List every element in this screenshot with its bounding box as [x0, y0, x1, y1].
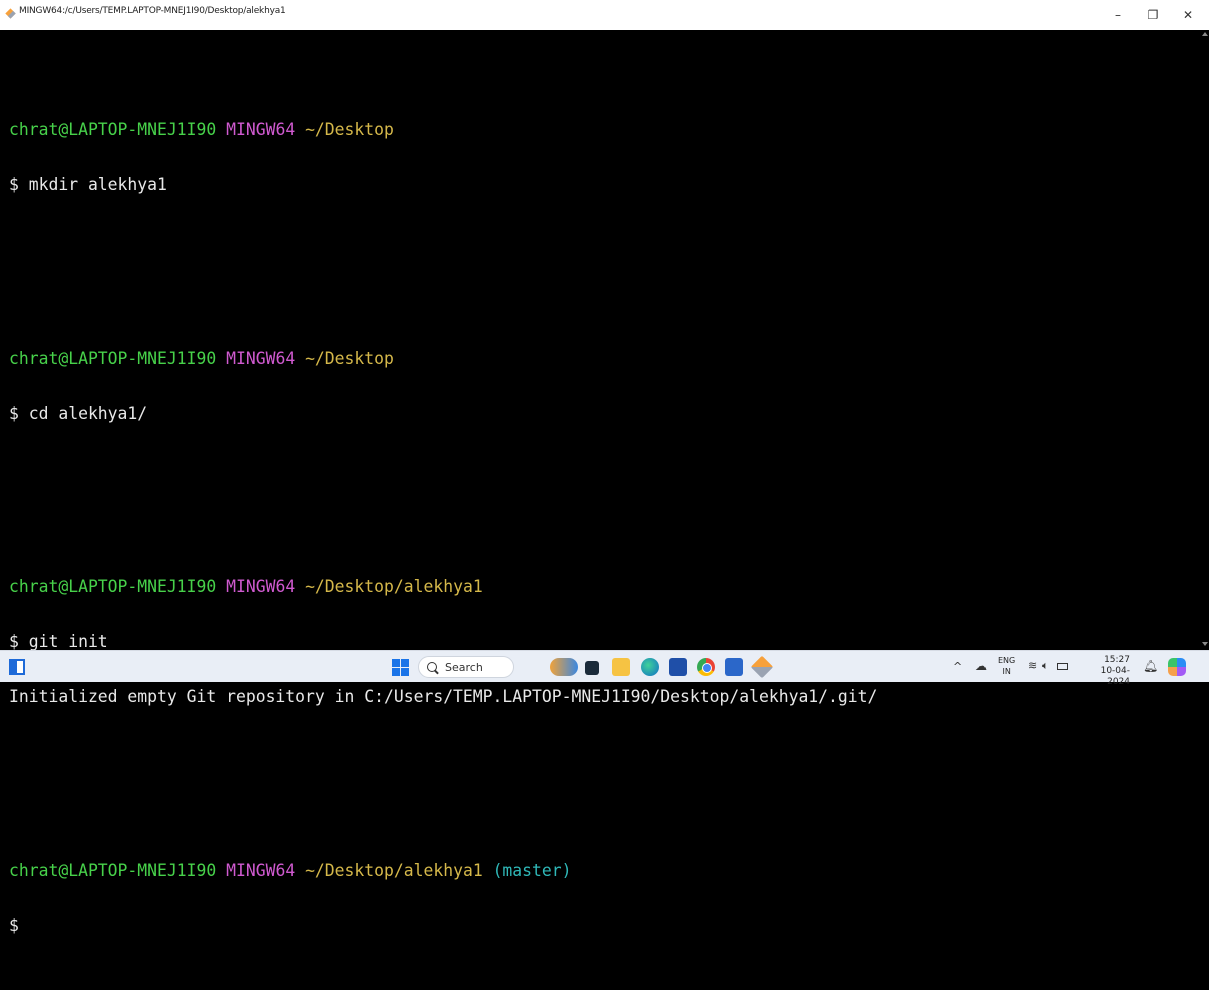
people-icon[interactable] — [550, 658, 578, 676]
wifi-icon[interactable]: ≋ — [1028, 659, 1037, 672]
clock[interactable]: 15:27 10-04-2024 — [1082, 655, 1130, 688]
prompt-user-host: chrat@LAPTOP-MNEJ1I90 — [9, 348, 217, 368]
volume-icon[interactable]: 🔈︎ — [1042, 659, 1049, 673]
prompt-shell: MINGW64 — [226, 577, 296, 597]
terminal-scrollbar[interactable] — [1200, 30, 1209, 650]
copilot-icon[interactable] — [1168, 658, 1186, 676]
prompt-shell: MINGW64 — [226, 348, 296, 368]
store-icon[interactable] — [669, 658, 687, 676]
command-line: $ mkdir alekhya1 — [9, 175, 167, 195]
prompt-branch: (master) — [492, 860, 572, 880]
search-icon — [427, 662, 437, 672]
battery-icon[interactable] — [1057, 663, 1068, 670]
git-icon[interactable] — [750, 655, 774, 679]
terminal-block: chrat@LAPTOP-MNEJ1I90 MINGW64 ~/Desktop … — [9, 313, 1200, 505]
chrome-center-dot — [702, 663, 712, 673]
minimize-icon: – — [1115, 8, 1121, 22]
window-title: MINGW64:/c/Users/TEMP.LAPTOP-MNEJ1I90/De… — [19, 6, 286, 16]
command-line: $ cd alekhya1/ — [9, 403, 148, 423]
notification-bell-icon[interactable]: 🔔︎ — [1143, 659, 1158, 673]
window-title-bar[interactable]: MINGW64:/c/Users/TEMP.LAPTOP-MNEJ1I90/De… — [0, 0, 1209, 30]
start-icon[interactable] — [392, 659, 409, 676]
file-explorer-icon[interactable] — [612, 658, 630, 676]
prompt-shell: MINGW64 — [226, 860, 296, 880]
terminal-output[interactable]: chrat@LAPTOP-MNEJ1I90 MINGW64 ~/Desktop … — [0, 30, 1200, 934]
prompt-path: ~/Desktop — [305, 120, 394, 140]
widgets-icon[interactable] — [9, 659, 25, 675]
clock-time: 15:27 — [1104, 655, 1130, 665]
terminal-block: chrat@LAPTOP-MNEJ1I90 MINGW64 ~/Desktop … — [9, 85, 1200, 277]
prompt-user-host: chrat@LAPTOP-MNEJ1I90 — [9, 860, 217, 880]
task-view-icon[interactable] — [585, 661, 599, 675]
command-line: $ git init — [9, 632, 108, 652]
terminal-block: chrat@LAPTOP-MNEJ1I90 MINGW64 ~/Desktop/… — [9, 825, 1200, 971]
language-region: IN — [1002, 667, 1011, 676]
prompt-line: chrat@LAPTOP-MNEJ1I90 MINGW64 ~/Desktop — [9, 348, 1200, 368]
restore-button[interactable]: ❐ — [1136, 6, 1170, 24]
prompt-shell: MINGW64 — [226, 120, 296, 140]
prompt-path: ~/Desktop/alekhya1 — [305, 860, 483, 880]
taskbar-search[interactable]: Search — [418, 656, 514, 678]
clock-date: 10-04-2024 — [1100, 666, 1130, 687]
prompt-line: chrat@LAPTOP-MNEJ1I90 MINGW64 ~/Desktop/… — [9, 578, 1200, 596]
prompt-path: ~/Desktop — [305, 348, 394, 368]
taskbar: Search ^ ☁ ENG IN ≋ 🔈︎ 15:27 10-04-2024 … — [0, 650, 1209, 687]
language-code: ENG — [998, 656, 1016, 665]
prompt-path: ~/Desktop/alekhya1 — [305, 577, 483, 597]
command-output: Initialized empty Git repository in C:/U… — [9, 687, 878, 707]
prompt-line: chrat@LAPTOP-MNEJ1I90 MINGW64 ~/Desktop — [9, 121, 1200, 139]
close-icon: ✕ — [1182, 8, 1194, 22]
minimize-button[interactable]: – — [1101, 6, 1135, 24]
word-icon[interactable] — [725, 658, 743, 676]
restore-icon: ❐ — [1147, 8, 1159, 22]
scroll-down-icon[interactable] — [1202, 642, 1208, 646]
network-icon[interactable]: ☁ — [975, 659, 987, 673]
close-button[interactable]: ✕ — [1171, 6, 1205, 24]
edge-icon[interactable] — [641, 658, 659, 676]
current-input-line[interactable]: $ — [9, 916, 1200, 935]
tray-chevron-icon[interactable]: ^ — [953, 660, 962, 673]
language-indicator[interactable]: ENG IN — [998, 655, 1015, 677]
git-bash-icon — [5, 8, 16, 19]
prompt-user-host: chrat@LAPTOP-MNEJ1I90 — [9, 577, 217, 597]
prompt-line: chrat@LAPTOP-MNEJ1I90 MINGW64 ~/Desktop/… — [9, 860, 1200, 880]
search-label: Search — [445, 660, 483, 674]
scroll-up-icon[interactable] — [1202, 32, 1208, 36]
prompt-user-host: chrat@LAPTOP-MNEJ1I90 — [9, 120, 217, 140]
